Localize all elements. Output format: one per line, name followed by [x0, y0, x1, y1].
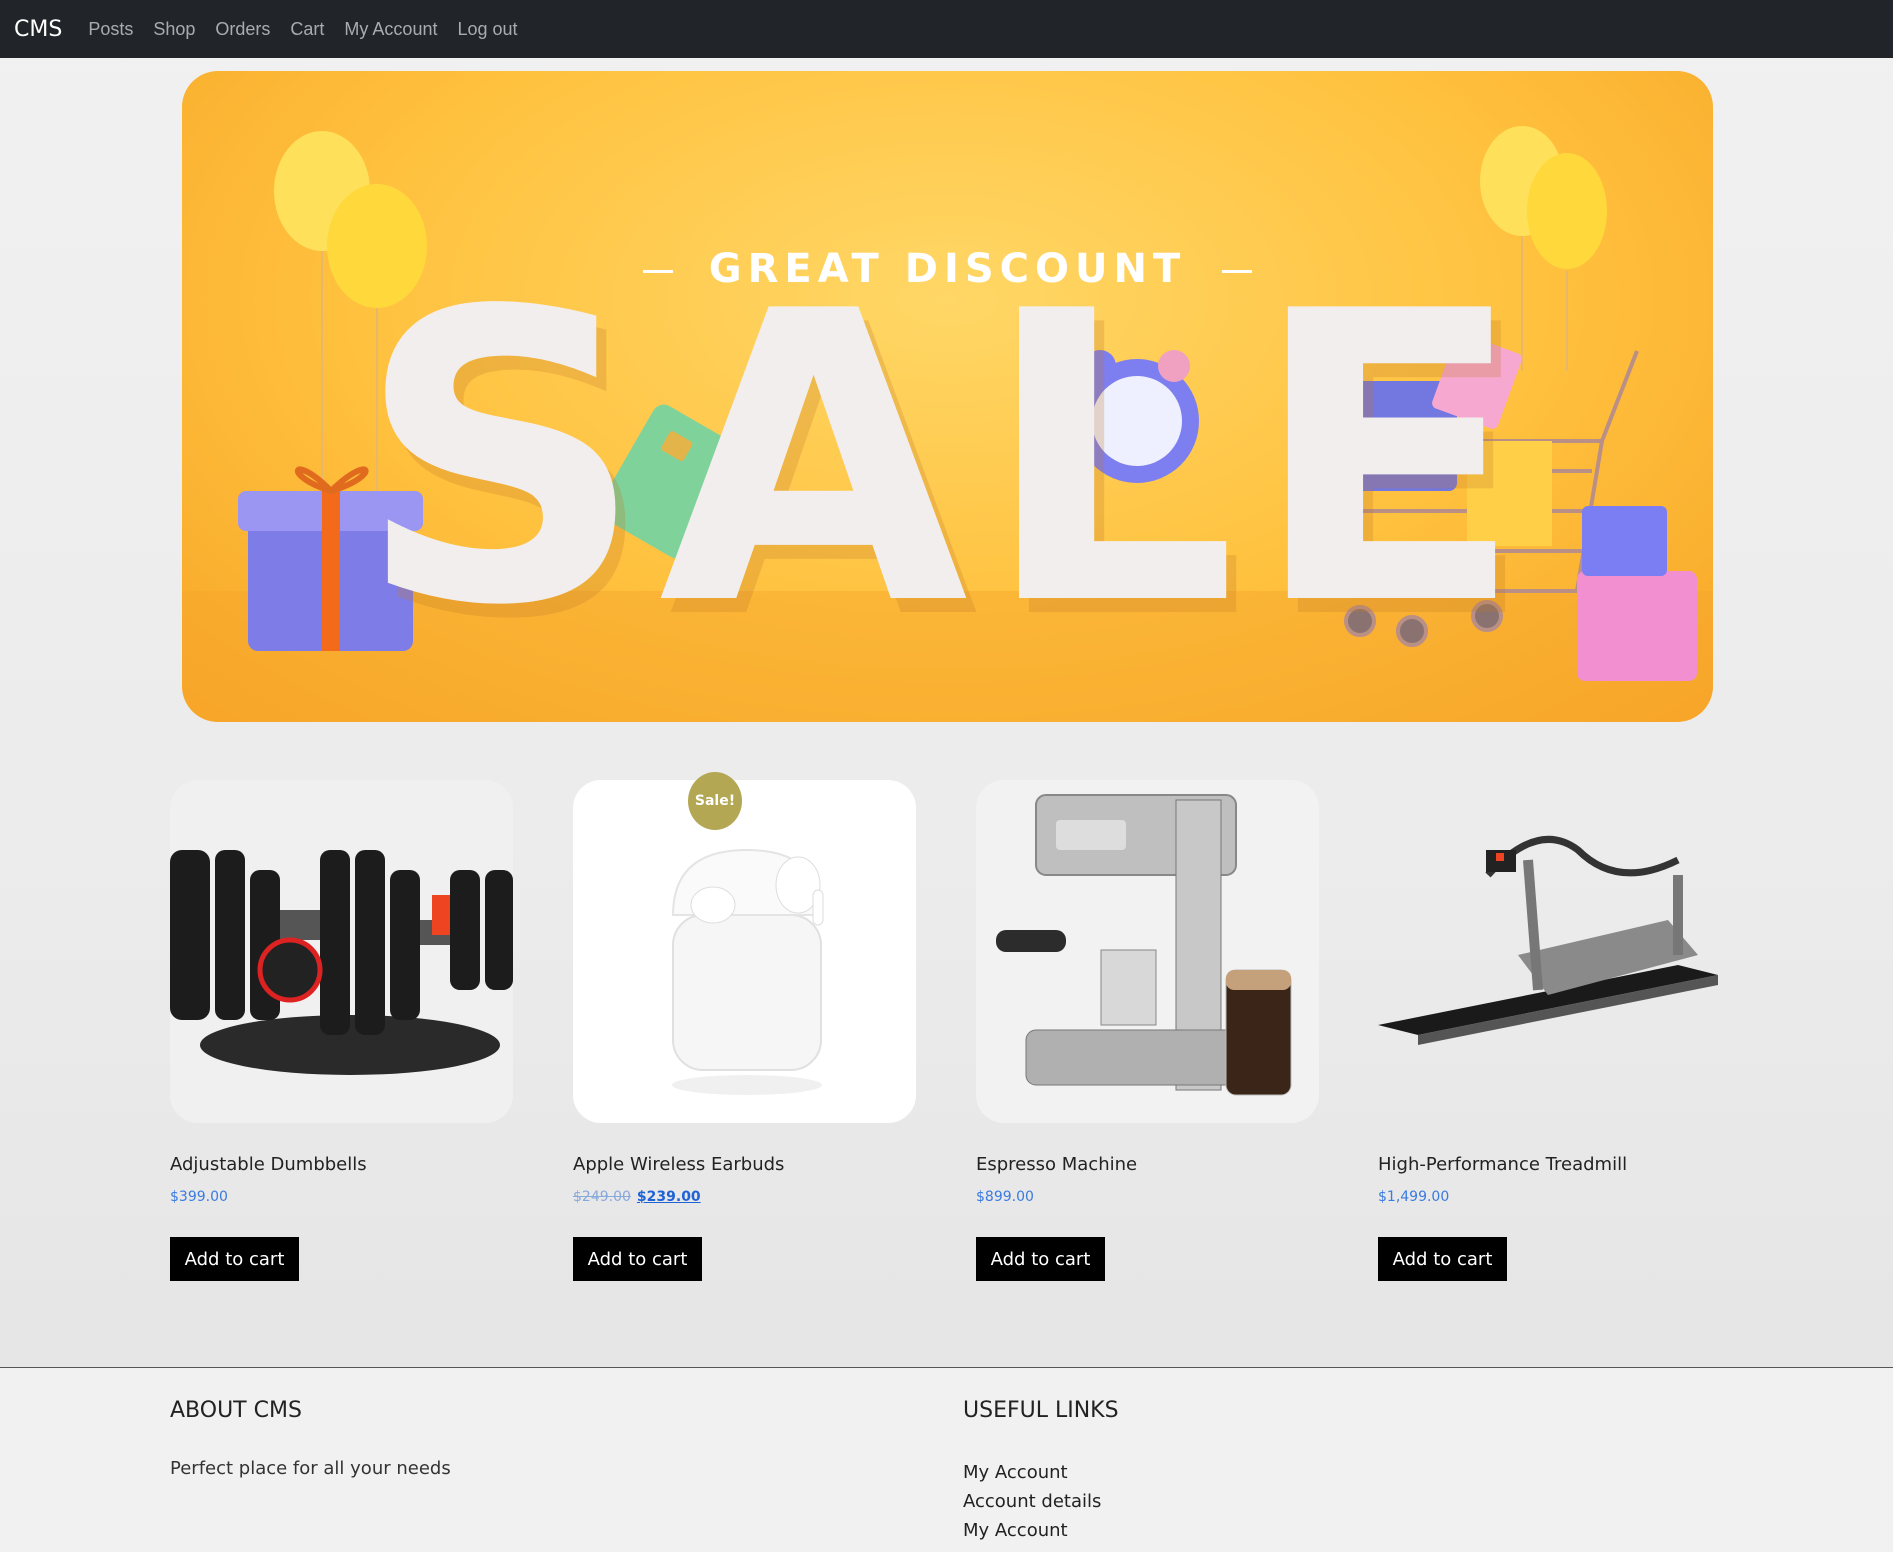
product-card-espresso: Espresso Machine $899.00 Add to cart	[976, 780, 1319, 1281]
product-card-dumbbells: Adjustable Dumbbells $399.00 Add to cart	[170, 780, 513, 1281]
nav-shop[interactable]: Shop	[153, 19, 195, 40]
useful-links-list: My Account Account details My Account	[963, 1458, 1101, 1545]
footer-link-my-account[interactable]: My Account	[963, 1458, 1101, 1487]
useful-links-heading: USEFUL LINKS	[963, 1398, 1119, 1423]
product-image[interactable]	[170, 780, 513, 1123]
treadmill-icon	[1378, 835, 1718, 1045]
product-price: $399.00	[170, 1189, 228, 1205]
sale-price: $239.00	[636, 1189, 701, 1205]
nav-cart[interactable]: Cart	[290, 19, 324, 40]
product-image[interactable]	[1378, 780, 1721, 1123]
hero-title: SALE	[356, 228, 1539, 693]
add-to-cart-button[interactable]: Add to cart	[573, 1237, 702, 1281]
product-image[interactable]	[573, 780, 916, 1123]
dumbbell-icon	[170, 780, 513, 1123]
espresso-machine-icon	[996, 794, 1292, 1096]
about-text: Perfect place for all your needs	[170, 1458, 451, 1479]
product-price: $249.00 $239.00	[573, 1189, 701, 1205]
top-navbar: CMS Posts Shop Orders Cart My Account Lo…	[0, 0, 1893, 58]
product-name[interactable]: Adjustable Dumbbells	[170, 1154, 367, 1175]
product-price: $899.00	[976, 1189, 1034, 1205]
product-name[interactable]: Apple Wireless Earbuds	[573, 1154, 784, 1175]
nav-orders[interactable]: Orders	[215, 19, 270, 40]
about-heading: ABOUT CMS	[170, 1398, 302, 1423]
sale-badge: Sale!	[688, 772, 742, 830]
product-name[interactable]: Espresso Machine	[976, 1154, 1137, 1175]
sale-hero-banner: GREAT DISCOUNT SALE	[182, 71, 1713, 722]
add-to-cart-button[interactable]: Add to cart	[170, 1237, 299, 1281]
product-price: $1,499.00	[1378, 1189, 1450, 1205]
product-card-earbuds: Apple Wireless Earbuds $249.00 $239.00 Ad…	[573, 780, 916, 1281]
earbuds-case-icon	[671, 848, 824, 1095]
add-to-cart-button[interactable]: Add to cart	[1378, 1237, 1507, 1281]
nav-my-account[interactable]: My Account	[344, 19, 437, 40]
site-footer: ABOUT CMS Perfect place for all your nee…	[0, 1367, 1893, 1552]
original-price: $249.00	[573, 1189, 631, 1205]
product-image[interactable]	[976, 780, 1319, 1123]
brand-logo[interactable]: CMS	[14, 17, 62, 42]
product-card-treadmill: High-Performance Treadmill $1,499.00 Add…	[1378, 780, 1721, 1281]
nav-posts[interactable]: Posts	[88, 19, 133, 40]
nav-log-out[interactable]: Log out	[457, 19, 517, 40]
add-to-cart-button[interactable]: Add to cart	[976, 1237, 1105, 1281]
footer-link-my-account-2[interactable]: My Account	[963, 1516, 1101, 1545]
footer-link-account-details[interactable]: Account details	[963, 1487, 1101, 1516]
product-name[interactable]: High-Performance Treadmill	[1378, 1154, 1627, 1175]
